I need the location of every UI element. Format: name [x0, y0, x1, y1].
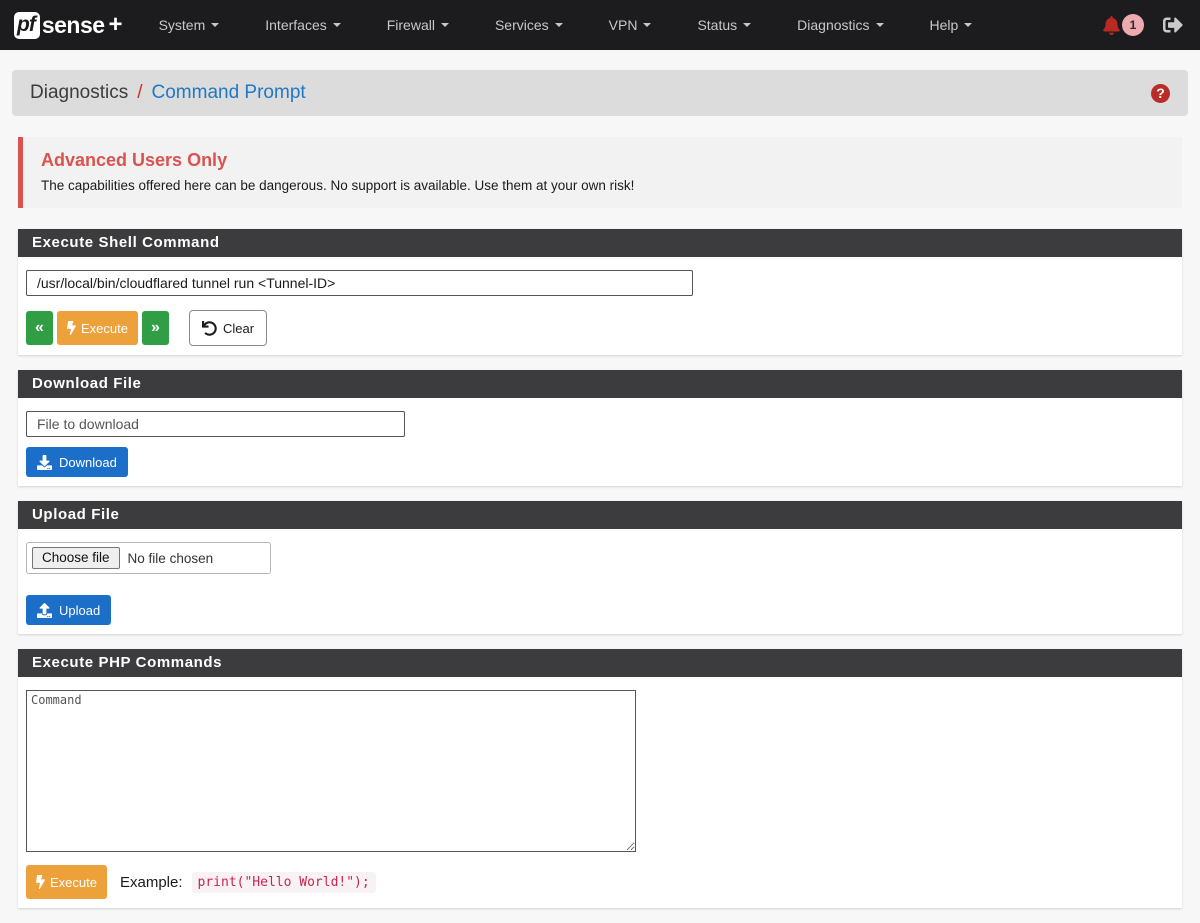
panel-title: Execute PHP Commands [18, 649, 1182, 677]
chevron-down-icon [333, 23, 341, 27]
nav-item-label: Services [495, 17, 549, 33]
nav-item-vpn[interactable]: VPN [609, 17, 652, 33]
nav-item-firewall[interactable]: Firewall [387, 17, 449, 33]
notifications-button[interactable]: 1 [1103, 14, 1144, 36]
bell-icon [1103, 16, 1120, 35]
upload-button[interactable]: Upload [26, 595, 111, 625]
download-file-input[interactable] [26, 411, 405, 437]
clear-button-label: Clear [223, 321, 254, 336]
nav-item-label: Status [697, 17, 737, 33]
chevron-down-icon [441, 23, 449, 27]
double-chevron-right-icon: » [151, 319, 160, 337]
chevron-down-icon [555, 23, 563, 27]
nav-item-status[interactable]: Status [697, 17, 751, 33]
sign-out-icon[interactable] [1162, 15, 1184, 35]
choose-file-button[interactable]: Choose file [32, 547, 120, 569]
execute-button-label: Execute [81, 321, 128, 336]
panel-title: Upload File [18, 501, 1182, 529]
advanced-users-alert: Advanced Users Only The capabilities off… [18, 137, 1182, 208]
nav-item-label: Diagnostics [797, 17, 869, 33]
nav-item-label: Interfaces [265, 17, 326, 33]
nav-item-diagnostics[interactable]: Diagnostics [797, 17, 883, 33]
chevron-down-icon [964, 23, 972, 27]
shell-command-input[interactable] [26, 270, 693, 296]
help-icon[interactable]: ? [1151, 84, 1170, 103]
chevron-down-icon [643, 23, 651, 27]
php-command-textarea[interactable] [26, 690, 636, 852]
top-navbar: pfsense+ System Interfaces Firewall Serv… [0, 0, 1200, 50]
upload-icon [37, 603, 52, 618]
clear-button[interactable]: Clear [189, 310, 267, 346]
upload-file-panel: Upload File Choose file No file chosen U… [18, 501, 1182, 634]
recall-next-command-button[interactable]: » [142, 311, 169, 345]
alert-body: The capabilities offered here can be dan… [41, 178, 1164, 193]
upload-button-label: Upload [59, 603, 100, 618]
nav-item-label: Firewall [387, 17, 435, 33]
example-code-snippet: print("Hello World!"); [192, 872, 376, 893]
panel-title: Execute Shell Command [18, 229, 1182, 257]
upload-file-picker[interactable]: Choose file No file chosen [26, 542, 271, 574]
logo-plus-sign: + [109, 11, 123, 39]
undo-icon [202, 321, 217, 336]
nav-item-services[interactable]: Services [495, 17, 563, 33]
double-chevron-left-icon: « [35, 319, 44, 337]
breadcrumb-separator: / [137, 82, 142, 104]
pfsense-logo[interactable]: pfsense+ [14, 11, 123, 39]
breadcrumb-page-link[interactable]: Command Prompt [152, 82, 306, 104]
breadcrumb-section: Diagnostics [30, 82, 128, 104]
download-button[interactable]: Download [26, 447, 128, 477]
nav-menu: System Interfaces Firewall Services VPN … [159, 17, 1103, 33]
download-button-label: Download [59, 455, 117, 470]
logo-pf-badge: pf [14, 12, 40, 39]
breadcrumb: Diagnostics / Command Prompt ? [12, 70, 1188, 116]
alert-title: Advanced Users Only [41, 150, 1164, 171]
no-file-chosen-text: No file chosen [128, 551, 214, 566]
nav-item-interfaces[interactable]: Interfaces [265, 17, 340, 33]
nav-item-system[interactable]: System [159, 17, 220, 33]
nav-item-help[interactable]: Help [930, 17, 973, 33]
nav-item-label: VPN [609, 17, 638, 33]
example-label: Example: [120, 874, 183, 891]
download-icon [37, 455, 52, 470]
panel-title: Download File [18, 370, 1182, 398]
nav-item-label: Help [930, 17, 959, 33]
navbar-right: 1 [1103, 14, 1184, 36]
chevron-down-icon [211, 23, 219, 27]
nav-item-label: System [159, 17, 206, 33]
execute-shell-command-panel: Execute Shell Command « Execute » Clear [18, 229, 1182, 355]
download-file-panel: Download File Download [18, 370, 1182, 486]
bolt-icon [36, 875, 45, 889]
chevron-down-icon [876, 23, 884, 27]
execute-button-label: Execute [50, 875, 97, 890]
execute-php-button[interactable]: Execute [26, 865, 107, 899]
logo-sense-text: sense [42, 12, 105, 39]
execute-php-commands-panel: Execute PHP Commands Execute Example: pr… [18, 649, 1182, 908]
chevron-down-icon [743, 23, 751, 27]
notification-count-badge: 1 [1122, 14, 1144, 36]
recall-previous-command-button[interactable]: « [26, 311, 53, 345]
bolt-icon [67, 321, 76, 335]
execute-shell-button[interactable]: Execute [57, 311, 138, 345]
